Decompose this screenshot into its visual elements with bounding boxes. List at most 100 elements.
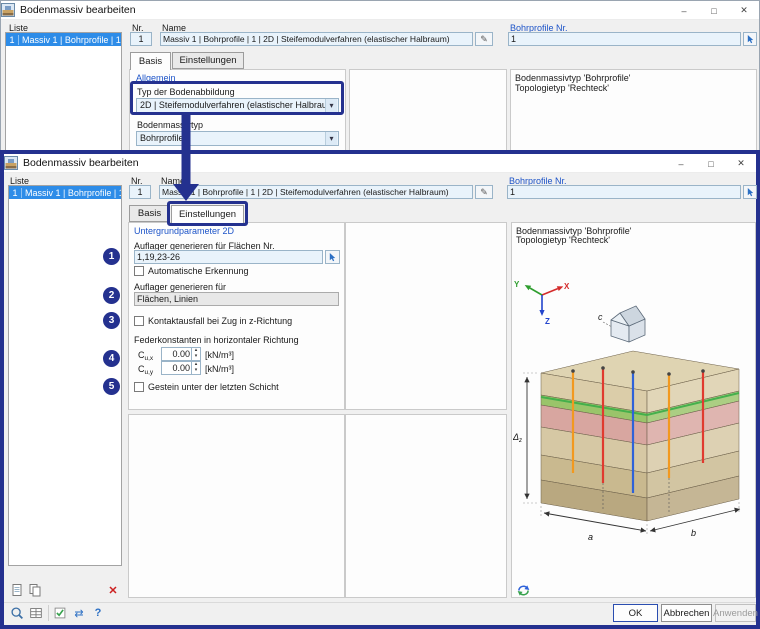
- axis-triad-icon: X Y Z: [514, 280, 570, 326]
- close-button[interactable]: ✕: [726, 154, 756, 173]
- list-item-selected[interactable]: 1 Massiv 1 | Bohrprofile | 1 | 2D | S: [6, 33, 121, 46]
- maximize-button[interactable]: □: [696, 154, 726, 173]
- checkbox-icon: [52, 605, 68, 621]
- select-boreholes-button[interactable]: [743, 185, 757, 199]
- close-button[interactable]: ✕: [729, 1, 759, 20]
- bohrprofile-field[interactable]: 1: [508, 32, 741, 46]
- tab-einstellungen[interactable]: Einstellungen: [171, 205, 244, 223]
- step-down-icon[interactable]: ▾: [192, 354, 200, 360]
- info-line-2: Topologietyp 'Rechteck': [515, 83, 609, 93]
- massif-listbox[interactable]: 1 Massiv 1 | Bohrprofile | 1 | 2D | S: [5, 32, 122, 151]
- cux-unit: [kN/m³]: [205, 350, 234, 360]
- auto-detect-checkbox[interactable]: [134, 266, 144, 276]
- tab-basis[interactable]: Basis: [129, 205, 170, 222]
- massivtyp-dropdown[interactable]: Bohrprofile ▾: [136, 131, 339, 146]
- annotation-badge-5: 5: [103, 378, 120, 395]
- zoom-button[interactable]: [8, 604, 26, 622]
- cuy-input[interactable]: 0.00 ▴ ▾: [161, 361, 201, 375]
- ok-button[interactable]: OK: [613, 604, 658, 622]
- pick-arrow-icon: [746, 35, 755, 44]
- cux-stepper[interactable]: ▴ ▾: [191, 348, 200, 360]
- top-dialog: Bodenmassiv bearbeiten – □ ✕ Liste 1 Mas…: [0, 0, 760, 152]
- help-button[interactable]: ?: [89, 604, 107, 622]
- chevron-down-icon[interactable]: ▾: [325, 132, 337, 145]
- new-item-button[interactable]: [9, 582, 25, 598]
- nr-field[interactable]: 1: [130, 32, 152, 46]
- section-allgemein: Allgemein: [136, 73, 176, 83]
- transfer-button[interactable]: ⇄: [70, 604, 88, 622]
- select-boreholes-button[interactable]: [743, 32, 757, 46]
- svg-text:Z: Z: [545, 317, 550, 326]
- generate-for-field[interactable]: Flächen, Linien: [134, 292, 339, 306]
- section-untergrund: Untergrundparameter 2D: [134, 226, 234, 236]
- annotation-badge-2: 2: [103, 287, 120, 304]
- cancel-button[interactable]: Abbrechen: [661, 604, 712, 622]
- app-icon: [4, 156, 18, 170]
- display-options-button[interactable]: [515, 582, 531, 598]
- app-icon: [1, 3, 15, 17]
- title-bar: Bodenmassiv bearbeiten – □ ✕: [1, 1, 759, 20]
- minimize-button[interactable]: –: [669, 1, 699, 20]
- tab-einstellungen[interactable]: Einstellungen: [172, 52, 244, 69]
- title-bar: Bodenmassiv bearbeiten – □ ✕: [4, 154, 756, 173]
- auto-detect-label[interactable]: Automatische Erkennung: [148, 266, 249, 276]
- cuy-stepper[interactable]: ▴ ▾: [191, 362, 200, 374]
- dim-dz-label: Δz: [513, 432, 522, 444]
- cuy-label: Cu,y: [138, 364, 153, 376]
- typ-dropdown[interactable]: 2D | Steifemodulverfahren (elastischer H…: [136, 98, 339, 113]
- cuy-unit: [kN/m³]: [205, 364, 234, 374]
- name-field[interactable]: Massiv 1 | Bohrprofile | 1 | 2D | Steife…: [159, 185, 473, 199]
- transfer-arrows-icon: ⇄: [74, 607, 83, 620]
- empty-panel-mid-bottom: [345, 414, 507, 598]
- new-page-icon: [10, 583, 24, 597]
- surfaces-input[interactable]: 1,19,23-26: [134, 250, 323, 264]
- copy-pages-icon: [28, 583, 42, 597]
- select-surfaces-button[interactable]: [325, 250, 340, 264]
- window-title: Bodenmassiv bearbeiten: [20, 4, 136, 16]
- dim-b-label: b: [691, 528, 696, 538]
- edit-name-button[interactable]: ✎: [475, 185, 493, 199]
- massivtyp-label: Bodenmassivtyp: [137, 120, 203, 130]
- empty-panel: [349, 69, 507, 152]
- svg-text:Y: Y: [514, 280, 520, 289]
- edit-name-button[interactable]: ✎: [475, 32, 493, 46]
- soil-model-figure: X Y Z c: [513, 248, 755, 578]
- annotation-badge-1: 1: [103, 248, 120, 265]
- toolbar-separator: [48, 605, 49, 621]
- rock-label[interactable]: Gestein unter der letzten Schicht: [148, 382, 279, 392]
- rock-checkbox[interactable]: [134, 382, 144, 392]
- annotation-badge-4: 4: [103, 350, 120, 367]
- list-item-selected[interactable]: 1 Massiv 1 | Bohrprofile | 1 | 2D | S: [9, 186, 121, 199]
- label-c: c: [598, 312, 603, 322]
- empty-panel-left: [128, 414, 345, 598]
- info-line-1: Bodenmassivtyp 'Bohrprofile': [515, 73, 631, 83]
- bohrprofile-field[interactable]: 1: [507, 185, 741, 199]
- pick-arrow-icon: [328, 253, 337, 262]
- step2-label: Auflager generieren für: [134, 282, 226, 292]
- contact-failure-label[interactable]: Kontaktausfall bei Zug in z-Richtung: [148, 316, 292, 326]
- copy-item-button[interactable]: [27, 582, 43, 598]
- apply-button: Anwenden: [715, 604, 756, 622]
- screenshot-stage: Bodenmassiv bearbeiten – □ ✕ Liste 1 Mas…: [0, 0, 760, 629]
- delete-item-button[interactable]: ✕: [105, 582, 121, 598]
- dim-a-label: a: [588, 532, 593, 542]
- help-icon: ?: [95, 607, 102, 619]
- name-field[interactable]: Massiv 1 | Bohrprofile | 1 | 2D | Steife…: [160, 32, 473, 46]
- cux-label: Cu,x: [138, 350, 153, 362]
- empty-panel-mid-top: [345, 222, 507, 410]
- table-view-button[interactable]: [27, 604, 45, 622]
- tab-basis[interactable]: Basis: [130, 52, 171, 70]
- maximize-button[interactable]: □: [699, 1, 729, 20]
- defaults-button[interactable]: [51, 604, 69, 622]
- chevron-down-icon[interactable]: ▾: [325, 99, 337, 112]
- magnifier-icon: [9, 605, 25, 621]
- step-down-icon[interactable]: ▾: [192, 368, 200, 374]
- main-dialog: Bodenmassiv bearbeiten – □ ✕ Liste 1 Mas…: [0, 150, 760, 629]
- cux-input[interactable]: 0.00 ▴ ▾: [161, 347, 201, 361]
- contact-failure-checkbox[interactable]: [134, 316, 144, 326]
- table-icon: [28, 605, 44, 621]
- nr-field[interactable]: 1: [129, 185, 151, 199]
- massif-listbox[interactable]: 1 Massiv 1 | Bohrprofile | 1 | 2D | S: [8, 185, 122, 566]
- minimize-button[interactable]: –: [666, 154, 696, 173]
- pencil-icon: ✎: [480, 187, 488, 198]
